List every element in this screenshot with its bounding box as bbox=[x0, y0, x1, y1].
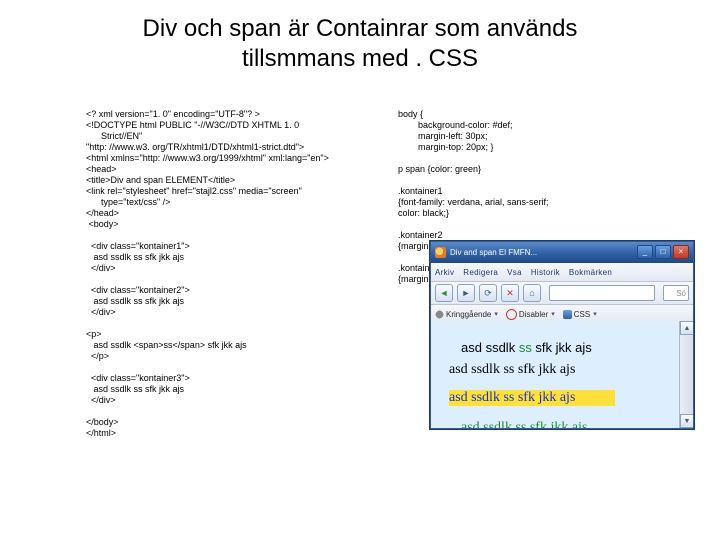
menu-historik[interactable]: Historik bbox=[531, 268, 560, 277]
back-button[interactable]: ◄ bbox=[435, 284, 453, 302]
address-bar[interactable] bbox=[549, 285, 655, 301]
reload-button[interactable]: ⟳ bbox=[479, 284, 497, 302]
rendered-line-3: asd ssdlk ss sfk jkk ajs bbox=[449, 390, 615, 406]
browser-menubar: Arkiv Redigera Vsa Historik Bokmärken bbox=[431, 263, 693, 282]
close-button[interactable]: × bbox=[673, 245, 689, 259]
menu-vsa[interactable]: Vsa bbox=[507, 268, 522, 277]
maximize-button[interactable]: □ bbox=[655, 245, 671, 259]
firefox-icon bbox=[435, 247, 446, 258]
disable-icon bbox=[506, 309, 517, 320]
html-source-code: <? xml version="1. 0" encoding="UTF-8"? … bbox=[86, 109, 376, 439]
title-line-2: tillsmmans med . CSS bbox=[242, 45, 478, 72]
minimize-button[interactable]: _ bbox=[637, 245, 653, 259]
rendered-line-2: asd ssdlk ss sfk jkk ajs bbox=[449, 362, 693, 378]
menu-arkiv[interactable]: Arkiv bbox=[435, 268, 454, 277]
search-box[interactable]: Sö bbox=[663, 285, 689, 301]
browser-nav-toolbar: ◄ ► ⟳ ✕ ⌂ Sö bbox=[431, 282, 693, 305]
rendered-line-1: asd ssdlk ss sfk jkk ajs bbox=[461, 340, 693, 355]
window-title: Div and span El FMFN... bbox=[450, 248, 537, 257]
tool-item-2[interactable]: Disabler bbox=[506, 309, 555, 320]
browser-window: Div and span El FMFN... _ □ × Arkiv Redi… bbox=[430, 241, 694, 429]
browser-titlebar: Div and span El FMFN... _ □ × bbox=[431, 242, 693, 263]
title-line-1: Div och span är Containrar som används bbox=[143, 15, 578, 42]
vertical-scrollbar[interactable]: ▲ ▼ bbox=[679, 321, 693, 428]
tool-item-1[interactable]: Kringgående bbox=[435, 310, 498, 319]
css-icon bbox=[563, 310, 572, 319]
rendered-line-4: asd ssdlk ss sfk jkk ajs bbox=[461, 420, 693, 428]
wrench-icon bbox=[435, 310, 444, 319]
browser-viewport: asd ssdlk ss sfk jkk ajs asd ssdlk ss sf… bbox=[431, 321, 693, 428]
scroll-down-button[interactable]: ▼ bbox=[680, 414, 693, 428]
forward-button[interactable]: ► bbox=[457, 284, 475, 302]
menu-bokmarken[interactable]: Bokmärken bbox=[569, 268, 612, 277]
tool-item-3[interactable]: CSS bbox=[563, 310, 597, 319]
slide-title: Div och span är Containrar som används t… bbox=[0, 14, 720, 74]
home-button[interactable]: ⌂ bbox=[523, 284, 541, 302]
menu-redigera[interactable]: Redigera bbox=[463, 268, 498, 277]
stop-button[interactable]: ✕ bbox=[501, 284, 519, 302]
scroll-up-button[interactable]: ▲ bbox=[680, 321, 693, 335]
